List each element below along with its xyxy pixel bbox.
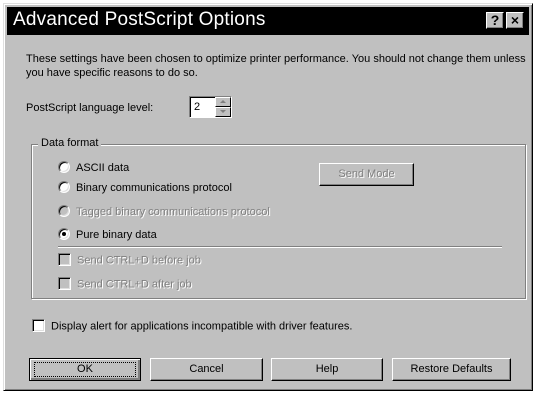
checkbox-label: Send CTRL+D before job — [77, 254, 201, 267]
spinner-down-arrow-icon[interactable] — [215, 107, 231, 117]
restore-defaults-button[interactable]: Restore Defaults — [392, 358, 511, 381]
help-button[interactable]: Help — [271, 358, 383, 381]
radio-label: Binary communications protocol — [76, 182, 232, 194]
checkbox-send-ctrl-d-after-job: Send CTRL+D after job — [58, 277, 192, 291]
help-question-icon[interactable]: ? — [486, 12, 504, 29]
radio-button — [58, 205, 70, 218]
checkbox-display-alert[interactable]: Display alert for applications incompati… — [32, 319, 353, 333]
checkbox — [58, 253, 71, 266]
separator — [58, 246, 502, 248]
radio-label: ASCII data — [76, 162, 130, 174]
radio-button[interactable] — [58, 181, 70, 194]
language-level-label: PostScript language level: — [26, 102, 154, 114]
radio-button[interactable] — [58, 161, 70, 174]
radio-ascii-data[interactable]: ASCII data — [58, 161, 130, 174]
radio-label: Pure binary data — [76, 229, 157, 241]
checkbox-send-ctrl-d-before-job: Send CTRL+D before job — [58, 253, 201, 267]
radio-button[interactable] — [58, 228, 70, 241]
checkbox[interactable] — [32, 319, 45, 332]
checkbox-label: Send CTRL+D after job — [77, 278, 192, 291]
checkbox-label: Display alert for applications incompati… — [51, 320, 353, 333]
focus-rectangle — [34, 362, 136, 377]
title-bar[interactable]: Advanced PostScript Options ? × — [7, 7, 529, 35]
close-icon[interactable]: × — [506, 12, 524, 29]
language-level-value[interactable]: 2 — [194, 101, 200, 113]
cancel-button[interactable]: Cancel — [150, 358, 263, 381]
send-mode-button: Send Mode — [319, 163, 414, 186]
spinner-up-arrow-icon[interactable] — [215, 97, 231, 107]
language-level-spinner[interactable]: 2 — [189, 96, 232, 118]
radio-binary-communications-protocol[interactable]: Binary communications protocol — [58, 181, 232, 194]
dialog-title: Advanced PostScript Options — [13, 9, 266, 30]
radio-label: Tagged binary communications protocol — [76, 206, 270, 218]
description-text: These settings have been chosen to optim… — [26, 53, 526, 79]
radio-tagged-binary-communications-protocol: Tagged binary communications protocol — [58, 205, 270, 218]
ok-button[interactable]: OK — [29, 358, 141, 381]
checkbox — [58, 277, 71, 290]
radio-pure-binary-data[interactable]: Pure binary data — [58, 228, 157, 241]
data-format-group-label: Data format — [38, 137, 102, 149]
